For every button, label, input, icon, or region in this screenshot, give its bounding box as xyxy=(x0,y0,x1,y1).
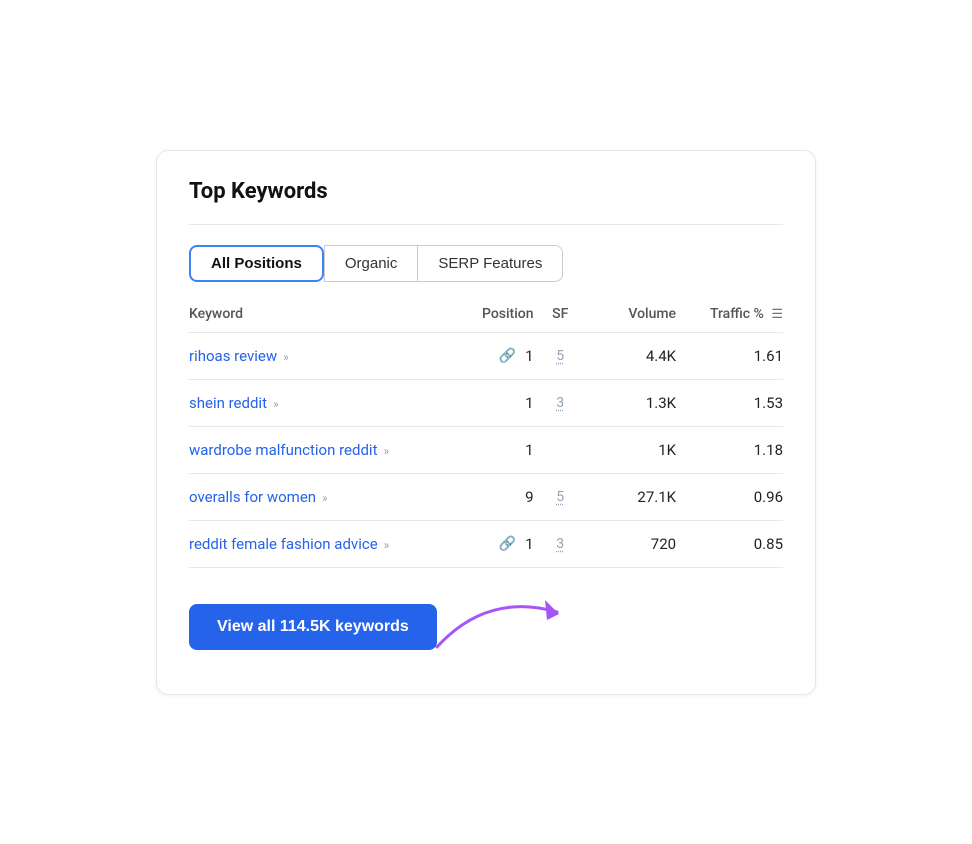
sf-cell: 3 xyxy=(534,520,587,567)
table-row: rihoas review »🔗154.4K1.61 xyxy=(189,332,783,379)
filter-icon[interactable]: ☰ xyxy=(771,307,783,322)
position-cell: 1 xyxy=(438,379,533,426)
keyword-link-shein-reddit[interactable]: shein reddit » xyxy=(189,394,279,412)
traffic-cell: 1.61 xyxy=(676,332,783,379)
chevron-icon: » xyxy=(319,491,328,505)
keyword-link-overalls-for-women[interactable]: overalls for women » xyxy=(189,488,328,506)
traffic-label: Traffic % xyxy=(710,306,764,322)
position-cell: 🔗1 xyxy=(438,332,533,379)
keywords-table: Keyword Position SF Volume Traffic % ☰ r… xyxy=(189,306,783,568)
volume-cell: 27.1K xyxy=(587,473,676,520)
sf-cell: 5 xyxy=(534,473,587,520)
position-cell: 1 xyxy=(438,426,533,473)
sf-cell: 3 xyxy=(534,379,587,426)
position-value: 1 xyxy=(525,535,533,553)
col-header-volume: Volume xyxy=(587,306,676,333)
link-icon: 🔗 xyxy=(499,348,516,364)
chevron-icon: » xyxy=(270,397,279,411)
table-row: reddit female fashion advice »🔗137200.85 xyxy=(189,520,783,567)
table-row: wardrobe malfunction reddit » 1 1K1.18 xyxy=(189,426,783,473)
card-title: Top Keywords xyxy=(189,179,783,204)
tab-group: All Positions Organic SERP Features xyxy=(189,245,783,282)
tab-serp-features[interactable]: SERP Features xyxy=(418,245,563,282)
keyword-link-reddit-female-fashion-advice[interactable]: reddit female fashion advice » xyxy=(189,535,389,553)
position-cell: 9 xyxy=(438,473,533,520)
sf-cell: 5 xyxy=(534,332,587,379)
keyword-link-rihoas-review[interactable]: rihoas review » xyxy=(189,347,289,365)
col-header-sf: SF xyxy=(534,306,587,333)
traffic-cell: 1.53 xyxy=(676,379,783,426)
view-all-button[interactable]: View all 114.5K keywords xyxy=(189,604,437,650)
chevron-icon: » xyxy=(381,538,390,552)
arrow-decoration xyxy=(427,592,587,662)
traffic-cell: 1.18 xyxy=(676,426,783,473)
keyword-link-wardrobe-malfunction-reddit[interactable]: wardrobe malfunction reddit » xyxy=(189,441,389,459)
col-header-traffic: Traffic % ☰ xyxy=(676,306,783,333)
position-value: 1 xyxy=(525,441,533,459)
volume-cell: 4.4K xyxy=(587,332,676,379)
col-header-position: Position xyxy=(438,306,533,333)
sf-cell xyxy=(534,426,587,473)
tab-all-positions[interactable]: All Positions xyxy=(189,245,324,282)
col-header-keyword: Keyword xyxy=(189,306,438,333)
chevron-icon: » xyxy=(280,350,289,364)
position-value: 1 xyxy=(525,394,533,412)
tab-organic[interactable]: Organic xyxy=(324,245,419,282)
traffic-cell: 0.85 xyxy=(676,520,783,567)
position-value: 9 xyxy=(525,488,533,506)
table-row: shein reddit » 131.3K1.53 xyxy=(189,379,783,426)
top-keywords-card: Top Keywords All Positions Organic SERP … xyxy=(156,150,816,695)
position-cell: 🔗1 xyxy=(438,520,533,567)
volume-cell: 1.3K xyxy=(587,379,676,426)
link-icon: 🔗 xyxy=(499,536,516,552)
position-value: 1 xyxy=(525,347,533,365)
curved-arrow-svg xyxy=(427,582,577,662)
volume-cell: 720 xyxy=(587,520,676,567)
volume-cell: 1K xyxy=(587,426,676,473)
chevron-icon: » xyxy=(381,444,390,458)
bottom-section: View all 114.5K keywords xyxy=(189,592,783,662)
table-row: overalls for women » 9527.1K0.96 xyxy=(189,473,783,520)
traffic-cell: 0.96 xyxy=(676,473,783,520)
top-divider xyxy=(189,224,783,225)
